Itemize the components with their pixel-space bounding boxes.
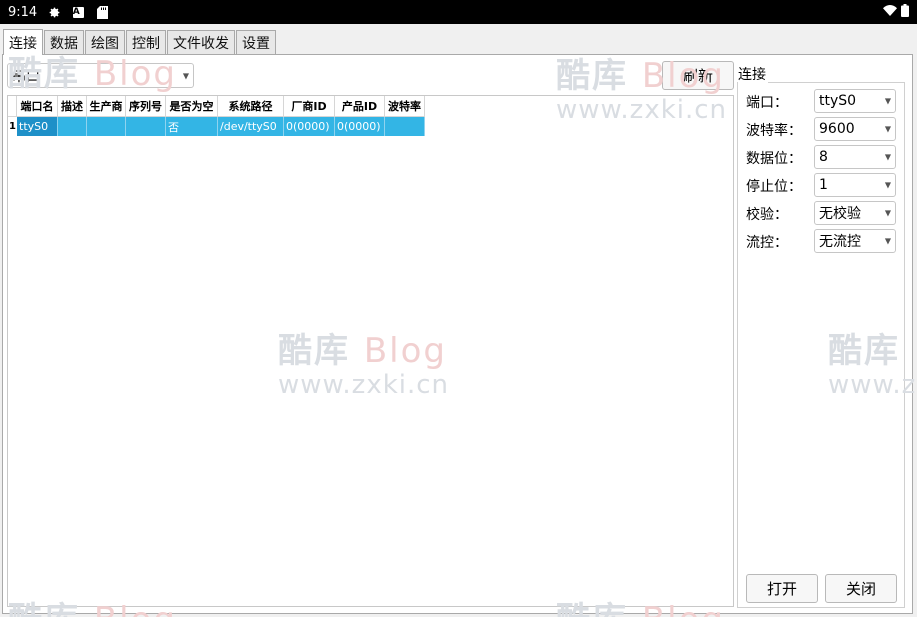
column-header[interactable]: 端口名 bbox=[17, 96, 58, 117]
chevron-down-icon: ▼ bbox=[884, 96, 891, 106]
table-header: 端口名 描述 生产商 序列号 是否为空 系统路径 厂商ID 产品ID 波特率 bbox=[8, 96, 425, 117]
port-table: 端口名 描述 生产商 序列号 是否为空 系统路径 厂商ID 产品ID 波特率 1… bbox=[7, 95, 734, 607]
sd-card-icon bbox=[95, 5, 109, 19]
table-row[interactable]: ttyS0 否 /dev/ttyS0 0(0000) 0(0000) bbox=[17, 117, 425, 136]
table-cell[interactable]: ttyS0 bbox=[17, 117, 58, 136]
tab-connect[interactable]: 连接 bbox=[3, 29, 43, 55]
a-icon: A bbox=[71, 5, 85, 19]
connection-group-title: 连接 bbox=[738, 64, 768, 84]
refresh-button[interactable]: 刷新 bbox=[662, 61, 734, 90]
table-cell[interactable]: /dev/ttyS0 bbox=[218, 117, 284, 136]
column-header[interactable]: 生产商 bbox=[87, 96, 126, 117]
column-header[interactable]: 序列号 bbox=[126, 96, 166, 117]
tab-bar: 连接 数据 绘图 控制 文件收发 设置 bbox=[3, 29, 277, 55]
data-bits-label: 数据位： bbox=[746, 151, 802, 167]
close-button[interactable]: 关闭 bbox=[825, 574, 897, 603]
port-label: 端口： bbox=[746, 95, 788, 111]
table-corner bbox=[8, 96, 17, 117]
table-cell[interactable] bbox=[58, 117, 87, 136]
baud-label: 波特率： bbox=[746, 123, 802, 139]
tab-control[interactable]: 控制 bbox=[126, 30, 166, 55]
wifi-icon bbox=[883, 4, 897, 20]
table-cell[interactable] bbox=[87, 117, 126, 136]
port-select[interactable]: ttyS0 ▼ bbox=[814, 89, 896, 113]
chevron-down-icon: ▼ bbox=[884, 208, 891, 218]
stop-bits-select[interactable]: 1 ▼ bbox=[814, 173, 896, 197]
column-header[interactable]: 系统路径 bbox=[218, 96, 284, 117]
data-bits-value: 8 bbox=[819, 149, 828, 165]
parity-select[interactable]: 无校验 ▼ bbox=[814, 201, 896, 225]
tab-data[interactable]: 数据 bbox=[44, 30, 84, 55]
stop-bits-label: 停止位： bbox=[746, 179, 802, 195]
table-cell[interactable] bbox=[126, 117, 166, 136]
port-type-value: 串口 bbox=[12, 68, 40, 85]
chevron-down-icon: ▼ bbox=[884, 124, 891, 134]
data-bits-select[interactable]: 8 ▼ bbox=[814, 145, 896, 169]
baud-rate-select[interactable]: 9600 ▼ bbox=[814, 117, 896, 141]
open-button[interactable]: 打开 bbox=[746, 574, 818, 603]
parity-label: 校验： bbox=[746, 207, 788, 223]
chevron-down-icon: ▼ bbox=[884, 152, 891, 162]
flow-control-select[interactable]: 无流控 ▼ bbox=[814, 229, 896, 253]
table-cell[interactable]: 0(0000) bbox=[284, 117, 335, 136]
table-cell[interactable]: 0(0000) bbox=[335, 117, 385, 136]
column-header[interactable]: 产品ID bbox=[335, 96, 385, 117]
battery-icon bbox=[901, 3, 909, 21]
flow-control-label: 流控： bbox=[746, 235, 788, 251]
row-index[interactable]: 1 bbox=[8, 117, 17, 136]
parity-value: 无校验 bbox=[819, 206, 861, 222]
chevron-down-icon: ▼ bbox=[182, 71, 189, 80]
column-header[interactable]: 厂商ID bbox=[284, 96, 335, 117]
chevron-down-icon: ▼ bbox=[884, 180, 891, 190]
tab-plot[interactable]: 绘图 bbox=[85, 30, 125, 55]
port-select-value: ttyS0 bbox=[819, 93, 857, 109]
gear-icon bbox=[47, 5, 61, 19]
port-type-select[interactable]: 串口 ▼ bbox=[7, 63, 194, 88]
baud-rate-value: 9600 bbox=[819, 121, 855, 137]
app-window: 9:14 A 连接 数据 绘图 控制 文件收发 设置 串口 ▼ 刷新 端口名 描… bbox=[0, 0, 917, 617]
status-time: 9:14 bbox=[8, 4, 38, 20]
tab-file-transfer[interactable]: 文件收发 bbox=[167, 30, 235, 55]
column-header[interactable]: 描述 bbox=[58, 96, 87, 117]
table-cell[interactable] bbox=[385, 117, 425, 136]
chevron-down-icon: ▼ bbox=[884, 236, 891, 246]
column-header[interactable]: 是否为空 bbox=[166, 96, 218, 117]
tab-settings[interactable]: 设置 bbox=[236, 30, 276, 55]
column-header[interactable]: 波特率 bbox=[385, 96, 425, 117]
stop-bits-value: 1 bbox=[819, 177, 828, 193]
flow-control-value: 无流控 bbox=[819, 234, 861, 250]
table-cell[interactable]: 否 bbox=[166, 117, 218, 136]
status-bar: 9:14 A bbox=[0, 0, 917, 24]
